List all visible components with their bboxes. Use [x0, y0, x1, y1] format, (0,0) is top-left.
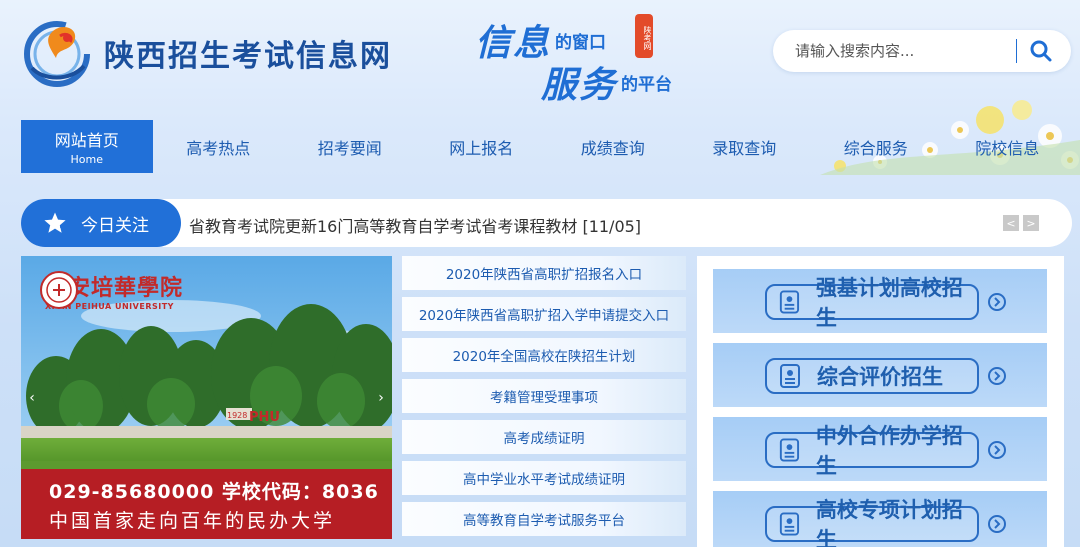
link-enrollment-plan[interactable]: 2020年全国高校在陕招生计划 — [402, 338, 686, 372]
banner-phone-line: 029-85680000 学校代码：8036 — [49, 481, 379, 503]
banner-prev-button[interactable]: ‹ — [25, 386, 39, 410]
slogan-line2-small: 的平台 — [621, 75, 672, 95]
ticker-label-text: 今日关注 — [81, 215, 149, 236]
logo-emblem-icon — [24, 21, 90, 87]
nav-item-home[interactable]: 网站首页 Home — [21, 120, 153, 173]
slogan-line2-big: 服务 — [541, 64, 618, 106]
svg-text:1928: 1928 — [227, 411, 247, 420]
nav-items: 网站首页 Home 高考热点 招考要闻 网上报名 成绩查询 录取查询 综合服务 … — [21, 120, 1073, 173]
campus-sign: PHU — [249, 410, 280, 425]
nav-item-gaokao-hot[interactable]: 高考热点 — [153, 120, 285, 173]
circle-arrow-right-icon — [988, 367, 1006, 385]
banner-carousel[interactable]: 1928 PHU 西安培華學院 XI'AN PEIHUA UNIVERSITY … — [21, 256, 392, 539]
circle-arrow-right-icon — [988, 293, 1006, 311]
news-ticker: 今日关注 省教育考试院更新16门高等教育自学考试省考课程教材 [11/05] <… — [21, 199, 1072, 247]
site-title: 陕西招生考试信息网 — [104, 39, 392, 74]
nav-item-label: 高考热点 — [186, 138, 251, 158]
nav-item-services[interactable]: 综合服务 — [810, 120, 942, 173]
nav-item-sub: Home — [70, 153, 103, 166]
link-academic-proficiency-certificate[interactable]: 高中学业水平考试成绩证明 — [402, 461, 686, 495]
search-input[interactable] — [795, 39, 1005, 63]
nav-item-label: 成绩查询 — [580, 138, 645, 158]
nav-item-admission[interactable]: 录取查询 — [679, 120, 811, 173]
slogan-line1-big: 信息 — [475, 22, 552, 64]
document-icon — [780, 364, 800, 388]
panel-button-strong-base[interactable]: 强基计划高校招生 — [713, 269, 1047, 333]
special-admissions-panel: 强基计划高校招生 综合评价招生 中外合作办学招生 高校专项计划招生 — [697, 256, 1064, 547]
nav-item-colleges[interactable]: 院校信息 — [942, 120, 1074, 173]
banner-motto: 中国首家走向百年的民办大学 — [49, 510, 336, 532]
nav-item-label: 网上报名 — [449, 138, 514, 158]
slogan-seal: 陕考网 — [635, 14, 653, 58]
link-student-records[interactable]: 考籍管理受理事项 — [402, 379, 686, 413]
main-nav: 网站首页 Home 高考热点 招考要闻 网上报名 成绩查询 录取查询 综合服务 … — [0, 120, 1080, 173]
panel-button-label: 中外合作办学招生 — [815, 423, 963, 478]
banner-next-button[interactable]: › — [374, 386, 388, 410]
document-icon — [779, 438, 800, 462]
ticker-label: 今日关注 — [21, 199, 181, 247]
ticker-next-button[interactable]: > — [1023, 215, 1039, 231]
nav-item-scores[interactable]: 成绩查询 — [547, 120, 679, 173]
search-box — [773, 30, 1071, 72]
school-seal-icon — [40, 271, 78, 309]
link-vocational-expansion-apply[interactable]: 2020年陕西省高职扩招入学申请提交入口 — [402, 297, 686, 331]
document-icon — [779, 512, 800, 536]
banner-caption: 029-85680000 学校代码：8036 中国首家走向百年的民办大学 — [21, 469, 392, 539]
nav-item-registration[interactable]: 网上报名 — [416, 120, 548, 173]
nav-item-news[interactable]: 招考要闻 — [284, 120, 416, 173]
nav-item-label: 录取查询 — [712, 138, 777, 158]
search-icon — [1030, 40, 1052, 62]
ticker-prev-button[interactable]: < — [1003, 215, 1019, 231]
header: 陕西招生考试信息网 信息 的窗口 陕考网 服务 的平台 — [0, 0, 1080, 115]
document-icon — [779, 290, 800, 314]
star-icon — [44, 212, 66, 233]
panel-button-label: 强基计划高校招生 — [815, 275, 963, 330]
link-vocational-expansion-signup[interactable]: 2020年陕西省高职扩招报名入口 — [402, 256, 686, 290]
ticker-arrows: < > — [1003, 215, 1039, 231]
circle-arrow-right-icon — [988, 441, 1006, 459]
panel-button-sino-foreign[interactable]: 中外合作办学招生 — [713, 417, 1047, 481]
nav-item-label: 院校信息 — [975, 138, 1040, 158]
link-gaokao-score-certificate[interactable]: 高考成绩证明 — [402, 420, 686, 454]
nav-item-label: 招考要闻 — [317, 138, 382, 158]
panel-button-special-plan[interactable]: 高校专项计划招生 — [713, 491, 1047, 547]
slogan-line1-small: 的窗口 — [555, 33, 606, 53]
panel-button-label: 高校专项计划招生 — [815, 497, 963, 547]
site-logo[interactable]: 陕西招生考试信息网 — [22, 18, 392, 88]
link-self-study-exam-platform[interactable]: 高等教育自学考试服务平台 — [402, 502, 686, 536]
panel-button-label: 综合评价招生 — [817, 364, 943, 389]
banner-school-logo: 西安培華學院 XI'AN PEIHUA UNIVERSITY — [39, 270, 183, 311]
search-button[interactable] — [1025, 36, 1057, 66]
nav-item-label: 综合服务 — [843, 138, 908, 158]
quick-links: 2020年陕西省高职扩招报名入口 2020年陕西省高职扩招入学申请提交入口 20… — [402, 256, 686, 543]
circle-arrow-right-icon — [988, 515, 1006, 533]
slogan: 信息 的窗口 陕考网 服务 的平台 — [475, 10, 695, 106]
panel-button-comprehensive-evaluation[interactable]: 综合评价招生 — [713, 343, 1047, 407]
ticker-headline[interactable]: 省教育考试院更新16门高等教育自学考试省考课程教材 [11/05] — [189, 213, 641, 237]
nav-item-label: 网站首页 — [54, 131, 119, 150]
search-divider — [1016, 39, 1017, 63]
